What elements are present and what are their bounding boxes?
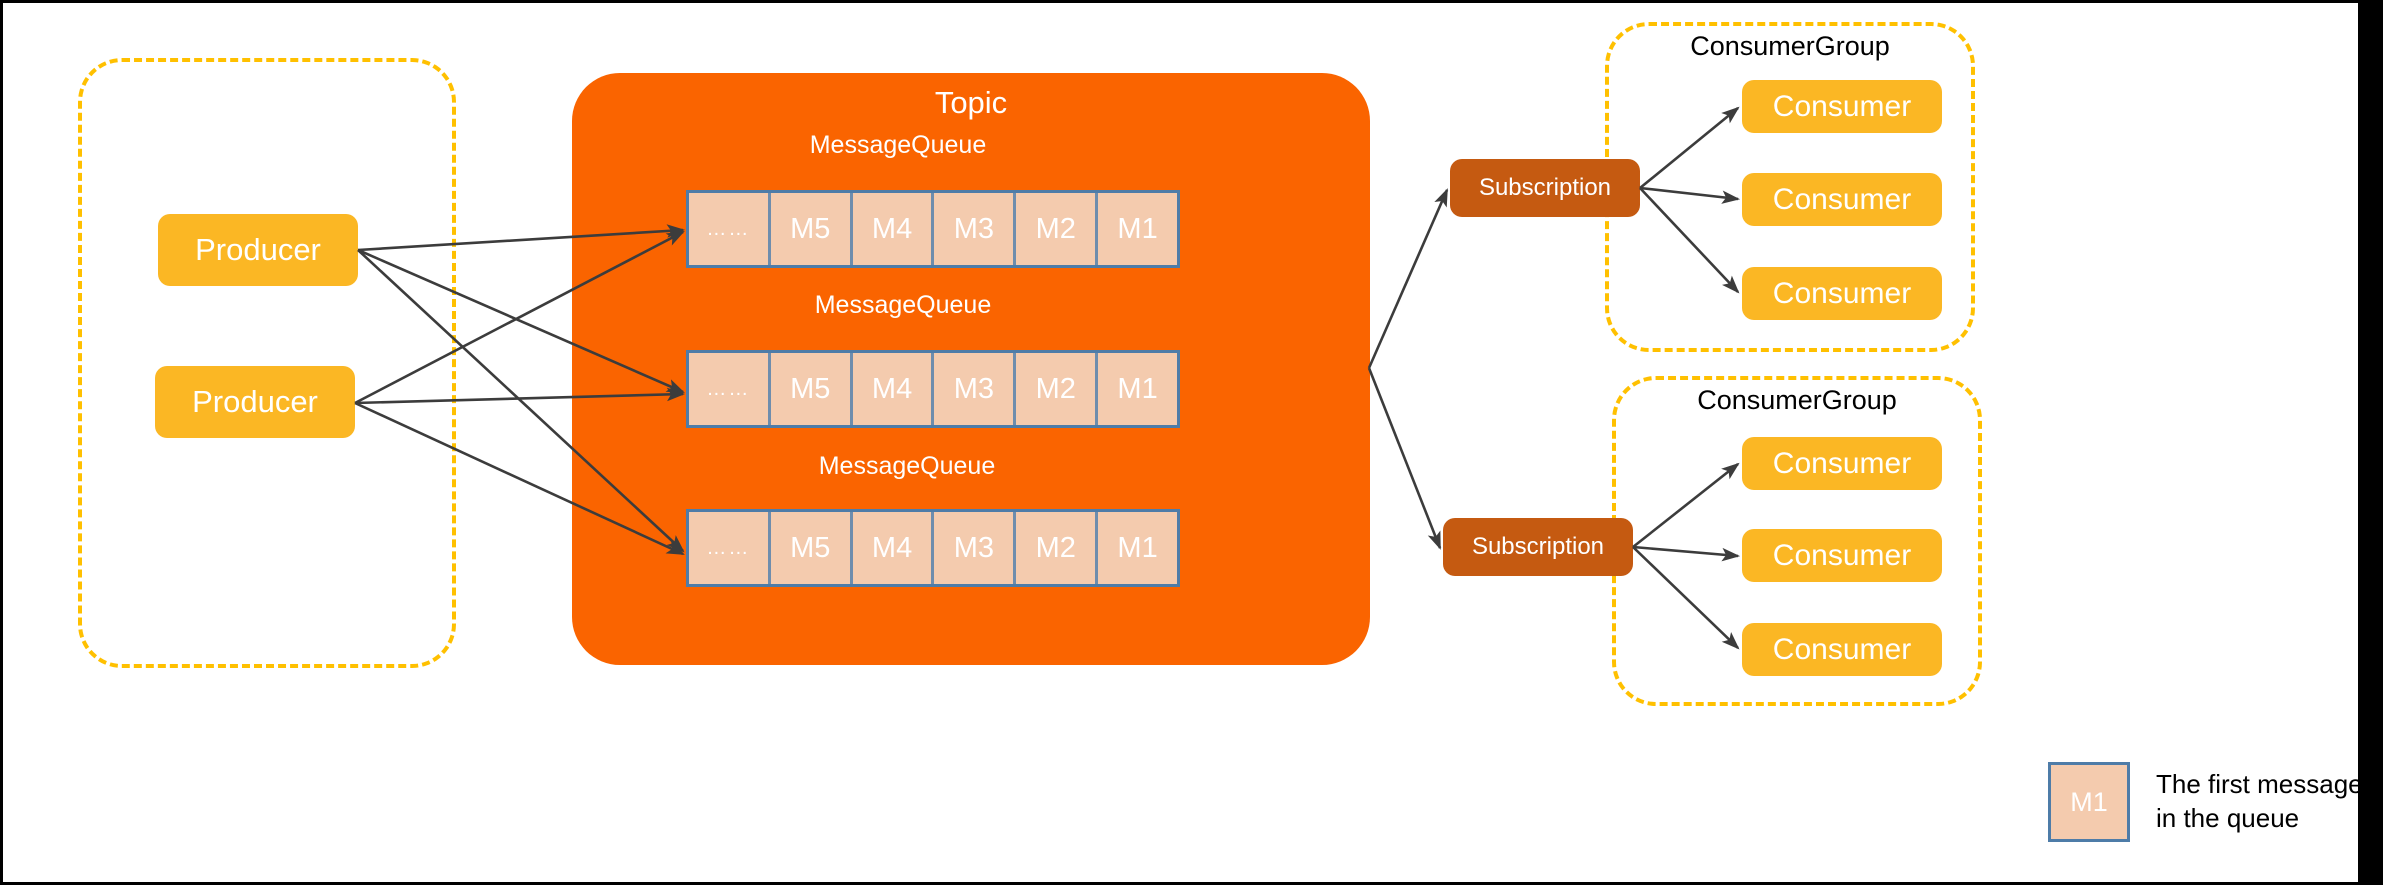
producer-group-boundary <box>78 58 456 668</box>
message-cell: M1 <box>1098 512 1177 584</box>
message-cell: M4 <box>852 512 935 584</box>
message-cell: M4 <box>852 353 935 425</box>
subscription-box-2[interactable]: Subscription <box>1443 518 1633 576</box>
consumer-label: Consumer <box>1772 446 1912 480</box>
producer-label: Producer <box>192 384 318 419</box>
producer-box-1[interactable]: Producer <box>158 214 358 286</box>
message-cell: M4 <box>852 193 935 265</box>
legend-description: The first message in the queue <box>2156 769 2363 833</box>
message-queue-label-2: MessageQueue <box>814 291 992 319</box>
diagram-canvas: Producer Producer Topic MessageQueue …… … <box>0 0 2383 885</box>
consumer-group-title-2: ConsumerGroup <box>1697 385 1897 415</box>
consumer-group-title-1: ConsumerGroup <box>1690 31 1890 61</box>
message-queue-label-3: MessageQueue <box>818 452 996 480</box>
message-cell: …… <box>689 512 771 584</box>
message-cell: M5 <box>770 512 853 584</box>
topic-title: Topic <box>934 85 1008 120</box>
consumer-label: Consumer <box>1772 182 1912 216</box>
right-edge-band <box>2358 0 2383 885</box>
consumer-box-2-3[interactable]: Consumer <box>1742 623 1942 676</box>
producer-label: Producer <box>195 232 321 267</box>
consumer-label: Consumer <box>1772 538 1912 572</box>
consumer-label: Consumer <box>1772 89 1912 123</box>
message-cell: M3 <box>934 353 1017 425</box>
message-cell: M2 <box>1016 353 1099 425</box>
consumer-label: Consumer <box>1772 632 1912 666</box>
message-cell: M1 <box>1098 353 1177 425</box>
message-cell: M2 <box>1016 512 1099 584</box>
subscription-label: Subscription <box>1471 533 1605 560</box>
producer-box-2[interactable]: Producer <box>155 366 355 438</box>
message-cell: M1 <box>1098 193 1177 265</box>
consumer-box-1-3[interactable]: Consumer <box>1742 267 1942 320</box>
message-cell: M3 <box>934 512 1017 584</box>
consumer-box-2-1[interactable]: Consumer <box>1742 437 1942 490</box>
subscription-box-1[interactable]: Subscription <box>1450 159 1640 217</box>
message-cell: M5 <box>770 193 853 265</box>
message-cell: …… <box>689 193 771 265</box>
consumer-box-1-1[interactable]: Consumer <box>1742 80 1942 133</box>
message-cell: M2 <box>1016 193 1099 265</box>
message-cell: M3 <box>934 193 1017 265</box>
message-cell: …… <box>689 353 771 425</box>
legend-swatch: M1 <box>2048 762 2130 842</box>
message-queue-row-3[interactable]: …… M5 M4 M3 M2 M1 <box>686 509 1180 587</box>
arrow-topic-to-subscription2 <box>1367 367 1442 550</box>
message-queue-label-1: MessageQueue <box>809 131 987 159</box>
consumer-box-1-2[interactable]: Consumer <box>1742 173 1942 226</box>
subscription-label: Subscription <box>1478 174 1612 201</box>
message-queue-row-1[interactable]: …… M5 M4 M3 M2 M1 <box>686 190 1180 268</box>
message-cell: M5 <box>770 353 853 425</box>
consumer-label: Consumer <box>1772 276 1912 310</box>
legend: M1 The first message in the queue <box>2048 762 2363 842</box>
message-queue-row-2[interactable]: …… M5 M4 M3 M2 M1 <box>686 350 1180 428</box>
arrow-topic-to-subscription1 <box>1367 188 1449 369</box>
consumer-box-2-2[interactable]: Consumer <box>1742 529 1942 582</box>
